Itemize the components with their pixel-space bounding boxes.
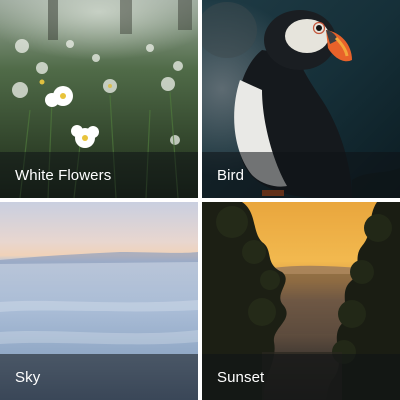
gallery-tile-sky[interactable]: Sky xyxy=(0,202,198,400)
tile-caption: White Flowers xyxy=(0,152,198,198)
tile-caption: Sunset xyxy=(202,354,400,400)
gallery-tile-bird[interactable]: Bird xyxy=(202,0,400,198)
tile-caption: Sky xyxy=(0,354,198,400)
tile-label-sunset: Sunset xyxy=(217,368,265,386)
gallery-tile-white-flowers[interactable]: White Flowers xyxy=(0,0,198,198)
tile-label-bird: Bird xyxy=(217,166,245,184)
tile-label-white-flowers: White Flowers xyxy=(15,166,112,184)
tile-label-sky: Sky xyxy=(15,368,41,386)
tile-caption: Bird xyxy=(202,152,400,198)
gallery-tile-sunset[interactable]: Sunset xyxy=(202,202,400,400)
image-gallery-grid: White Flowers Bird Sky Sunset xyxy=(0,0,400,400)
